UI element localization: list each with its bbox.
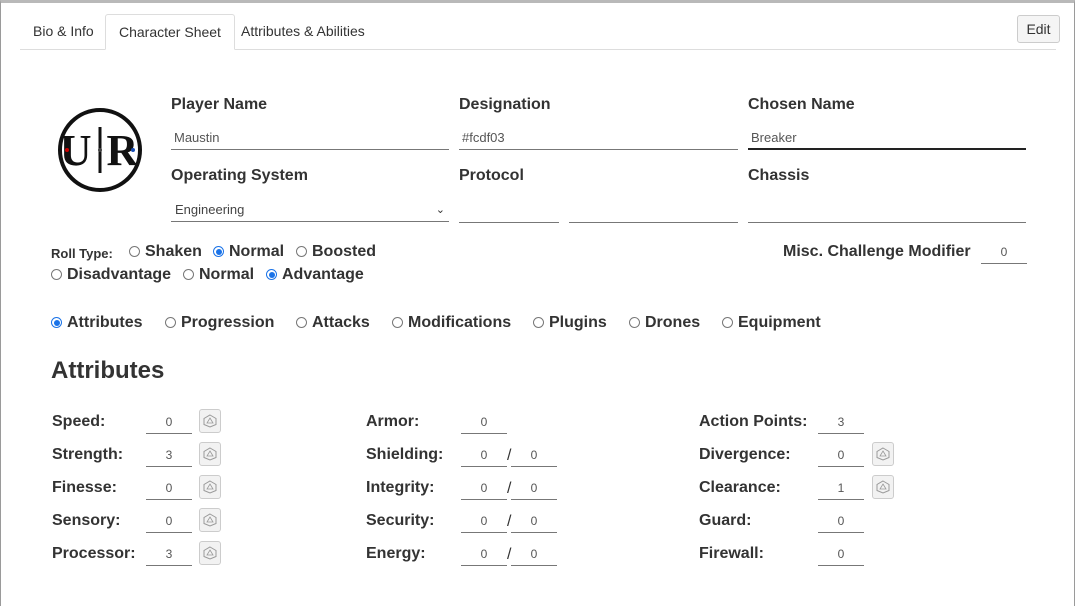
processor-label: Processor: [52,545,136,562]
speed-input[interactable]: 0 [146,410,192,434]
divergence-label: Divergence: [699,446,791,463]
player-name-label: Player Name [171,96,268,113]
d20-dice-icon[interactable] [872,475,894,499]
section-plugins-radio[interactable]: Plugins [533,314,607,332]
protocol-input-2[interactable] [569,199,738,223]
radio-checked-icon [51,317,62,328]
section-attacks-radio[interactable]: Attacks [296,314,370,332]
sensory-input[interactable]: 0 [146,509,192,533]
chassis-label: Chassis [748,167,810,184]
finesse-input[interactable]: 0 [146,476,192,500]
chassis-input[interactable] [748,199,1026,223]
roll-disadvantage-radio[interactable]: Disadvantage [51,266,171,284]
integrity-max-input[interactable]: 0 [511,476,557,500]
section-progression-radio[interactable]: Progression [165,314,274,332]
firewall-label: Firewall: [699,545,764,562]
strength-input[interactable]: 3 [146,443,192,467]
roll-boosted-radio[interactable]: Boosted [296,243,376,261]
tab-attributes-abilities[interactable]: Attributes & Abilities [228,14,378,48]
speed-label: Speed: [52,413,106,430]
d20-dice-icon[interactable] [199,508,221,532]
shielding-max-input[interactable]: 0 [511,443,557,467]
attributes-heading: Attributes [51,357,165,384]
d20-dice-icon[interactable] [199,409,221,433]
misc-challenge-input[interactable]: 0 [981,240,1027,264]
radio-checked-icon [266,269,277,280]
security-max-input[interactable]: 0 [511,509,557,533]
d20-dice-icon[interactable] [872,442,894,466]
radio-icon [533,317,544,328]
clearance-label: Clearance: [699,479,781,496]
shielding-input[interactable]: 0 [461,443,507,467]
armor-input[interactable]: 0 [461,410,507,434]
operating-system-label: Operating System [171,167,308,184]
radio-icon [392,317,403,328]
chosen-name-label: Chosen Name [748,96,855,113]
strength-label: Strength: [52,446,124,463]
integrity-label: Integrity: [366,479,435,496]
misc-challenge-label: Misc. Challenge Modifier [783,243,971,260]
operating-system-select[interactable]: Engineering ⌄ [171,198,449,222]
chosen-name-input[interactable]: Breaker [748,126,1026,150]
energy-max-input[interactable]: 0 [511,542,557,566]
radio-icon [296,246,307,257]
radio-icon [629,317,640,328]
roll-shaken-radio[interactable]: Shaken [129,243,202,261]
guard-input[interactable]: 0 [818,509,864,533]
designation-label: Designation [459,96,551,113]
integrity-input[interactable]: 0 [461,476,507,500]
player-name-input[interactable]: Maustin [171,126,449,150]
d20-dice-icon[interactable] [199,442,221,466]
security-label: Security: [366,512,435,529]
chevron-down-icon: ⌄ [435,204,445,216]
radio-icon [296,317,307,328]
tab-character-sheet[interactable]: Character Sheet [105,14,235,50]
roll-type-label: Roll Type: [51,246,113,261]
action-points-label: Action Points: [699,413,808,430]
section-equipment-radio[interactable]: Equipment [722,314,821,332]
operating-system-value: Engineering [175,202,245,217]
divergence-input[interactable]: 0 [818,443,864,467]
roll-normal2-radio[interactable]: Normal [183,266,254,284]
designation-input[interactable]: #fcdf03 [459,126,738,150]
armor-label: Armor: [366,413,420,430]
protocol-label: Protocol [459,167,524,184]
security-input[interactable]: 0 [461,509,507,533]
finesse-label: Finesse: [52,479,117,496]
edit-button[interactable]: Edit [1017,15,1060,43]
ur-logo: U R [58,108,142,192]
energy-input[interactable]: 0 [461,542,507,566]
radio-icon [165,317,176,328]
energy-label: Energy: [366,545,426,562]
tab-bar: Bio & Info Character Sheet Attributes & … [20,14,1056,50]
processor-input[interactable]: 3 [146,542,192,566]
section-modifications-radio[interactable]: Modifications [392,314,511,332]
radio-checked-icon [213,246,224,257]
d20-dice-icon[interactable] [199,541,221,565]
protocol-input-1[interactable] [459,199,559,223]
roll-advantage-radio[interactable]: Advantage [266,266,364,284]
radio-icon [183,269,194,280]
radio-icon [722,317,733,328]
radio-icon [51,269,62,280]
action-points-input[interactable]: 3 [818,410,864,434]
guard-label: Guard: [699,512,752,529]
tab-bio-info[interactable]: Bio & Info [20,14,107,48]
clearance-input[interactable]: 1 [818,476,864,500]
sensory-label: Sensory: [52,512,121,529]
shielding-label: Shielding: [366,446,444,463]
firewall-input[interactable]: 0 [818,542,864,566]
d20-dice-icon[interactable] [199,475,221,499]
radio-icon [129,246,140,257]
roll-normal-radio[interactable]: Normal [213,243,284,261]
section-drones-radio[interactable]: Drones [629,314,700,332]
section-attributes-radio[interactable]: Attributes [51,314,143,332]
